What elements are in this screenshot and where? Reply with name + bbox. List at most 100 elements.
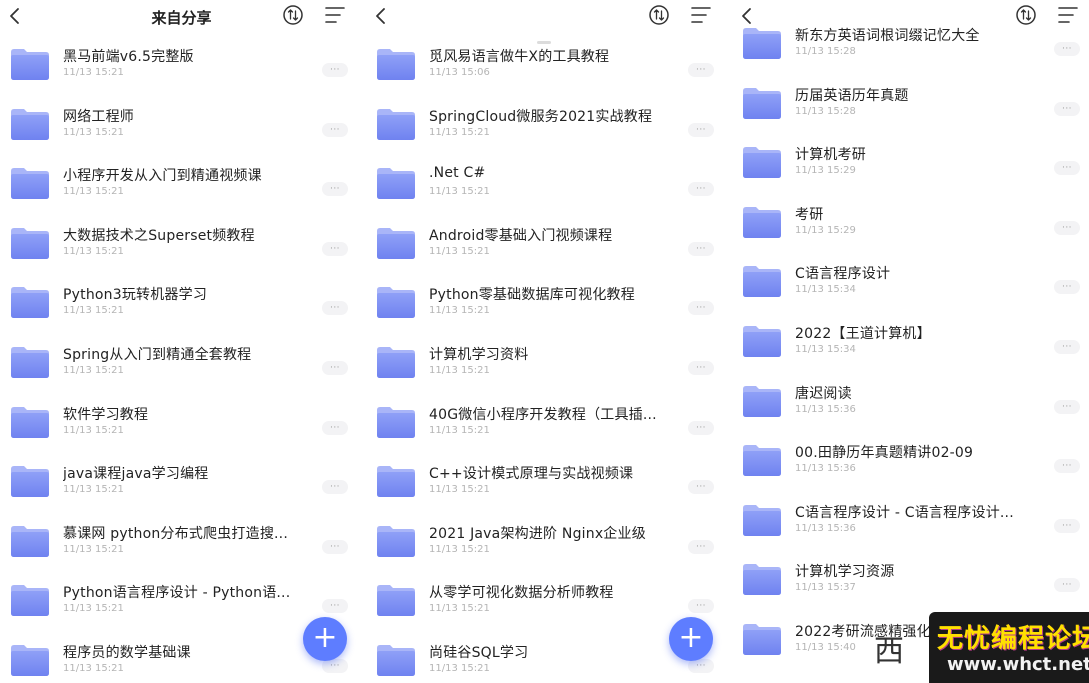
more-button[interactable]: ··· [322,420,348,435]
list-item[interactable]: 历届英语历年真题 11/13 15:28 ··· [732,72,1089,132]
folder-icon [743,147,781,179]
folder-date: 11/13 15:28 [795,46,856,57]
list-item[interactable]: 大数据技术之Superset频教程 11/13 15:21 ··· [0,212,363,272]
list-item[interactable]: Python零基础数据库可视化教程 11/13 15:21 ··· [366,271,729,331]
top-bar [366,0,729,34]
more-button[interactable]: ··· [322,539,348,554]
folder-date: 11/13 15:21 [63,603,124,615]
list-item[interactable]: Android零基础入门视频课程 11/13 15:21 ··· [366,212,729,272]
folder-date: 11/13 15:21 [429,424,490,436]
list-item[interactable]: java课程java学习编程 11/13 15:21 ··· [0,450,363,510]
folder-icon [743,326,781,357]
list-item[interactable]: 网络工程师 11/13 15:21 ··· [0,93,363,153]
folder-name: Android零基础入门视频课程 [429,227,613,244]
list-item[interactable]: C语言程序设计 11/13 15:34 ··· [732,250,1089,310]
sort-order-icon[interactable] [282,4,304,26]
list-item[interactable]: C++设计模式原理与实战视频课 11/13 15:21 ··· [366,450,729,510]
folder-icon [11,227,49,259]
folder-date: 11/13 15:21 [63,245,124,257]
folder-date: 11/13 15:36 [795,403,856,415]
more-button[interactable]: ··· [688,182,714,197]
more-button[interactable]: ··· [322,659,348,673]
list-item[interactable]: 新东方英语词根词缀记忆大全 11/13 15:28 ··· [732,12,1089,72]
list-item[interactable]: .Net C# 11/13 15:21 ··· [366,152,729,212]
folder-date: 11/13 15:29 [795,165,856,177]
more-button[interactable]: ··· [1054,280,1080,295]
more-button[interactable]: ··· [1054,578,1080,593]
folder-icon [11,406,49,438]
folder-date: 11/13 15:21 [63,484,124,496]
more-button[interactable]: ··· [322,122,348,137]
folder-icon [11,49,49,80]
more-button[interactable]: ··· [322,361,348,375]
add-button[interactable]: + [669,617,713,661]
more-button[interactable]: ··· [1054,101,1080,116]
list-item[interactable]: 黑马前端v6.5完整版 11/13 15:21 ··· [0,33,363,93]
folder-name: 40G微信小程序开发教程（工具插... [429,406,657,423]
more-button[interactable]: ··· [688,241,714,256]
list-item[interactable]: 00.田静历年真题精讲02-09 11/13 15:36 ··· [732,429,1089,489]
list-item[interactable]: 慕课网 python分布式爬虫打造搜... 11/13 15:21 ··· [0,510,363,570]
more-button[interactable]: ··· [688,480,714,495]
more-button[interactable]: ··· [322,241,348,256]
more-button[interactable]: ··· [1054,518,1080,533]
more-button[interactable]: ··· [1054,42,1080,56]
more-button[interactable]: ··· [688,63,714,77]
folder-icon [377,406,415,438]
file-list-panel-2: 觅风易语言做牛X的工具教程 11/13 15:06 ··· SpringCloud微服… [366,0,729,683]
list-item[interactable]: 计算机学习资源 11/13 15:37 ··· [732,548,1089,608]
folder-name: java课程java学习编程 [63,466,209,483]
list-item[interactable]: 2022【王道计算机】 11/13 15:34 ··· [732,310,1089,370]
list-item[interactable]: 小程序开发从入门到精通视频课 11/13 15:21 ··· [0,152,363,212]
folder-name: .Net C# [429,165,486,182]
more-button[interactable]: ··· [1054,340,1080,354]
menu-icon[interactable] [690,5,712,25]
more-button[interactable]: ··· [688,599,714,614]
folder-date: 11/13 15:21 [429,186,490,198]
more-button[interactable]: ··· [322,480,348,495]
list-item[interactable]: 40G微信小程序开发教程（工具插... 11/13 15:21 ··· [366,391,729,451]
folder-date: 11/13 15:21 [429,543,490,555]
more-button[interactable]: ··· [322,599,348,614]
folder-icon [743,206,781,238]
more-button[interactable]: ··· [1054,220,1080,235]
add-button[interactable]: + [303,617,347,661]
list-item[interactable]: Spring从入门到精通全套教程 11/13 15:21 ··· [0,331,363,391]
folder-icon [11,466,49,498]
more-button[interactable]: ··· [322,182,348,197]
chevron-left-icon[interactable] [370,4,392,28]
sort-order-icon[interactable] [648,4,670,26]
list-item[interactable]: 计算机考研 11/13 15:29 ··· [732,131,1089,191]
folder-name: 考研 [795,206,824,223]
list-item[interactable]: 考研 11/13 15:29 ··· [732,191,1089,251]
folder-icon [11,287,49,319]
more-button[interactable]: ··· [322,63,348,77]
more-button[interactable]: ··· [1054,161,1080,176]
folder-date: 11/13 15:21 [63,663,124,674]
folder-date: 11/13 15:21 [429,365,490,376]
list-item[interactable]: 唐迟阅读 11/13 15:36 ··· [732,370,1089,430]
more-button[interactable]: ··· [1054,399,1080,414]
list-item[interactable]: 软件学习教程 11/13 15:21 ··· [0,391,363,451]
list-item[interactable]: 计算机学习资料 11/13 15:21 ··· [366,331,729,391]
folder-name: Spring从入门到精通全套教程 [63,347,252,363]
folder-name: 黑马前端v6.5完整版 [63,49,194,65]
more-button[interactable]: ··· [322,301,348,316]
list-item[interactable]: 2021 Java架构进阶 Nginx企业级 11/13 15:21 ··· [366,510,729,570]
menu-icon[interactable] [324,5,346,25]
more-button[interactable]: ··· [688,420,714,435]
more-button[interactable]: ··· [688,539,714,554]
list-item[interactable]: C语言程序设计 - C语言程序设计... 11/13 15:36 ··· [732,489,1089,549]
more-button[interactable]: ··· [688,122,714,137]
list-item[interactable]: Python3玩转机器学习 11/13 15:21 ··· [0,271,363,331]
folder-name: 大数据技术之Superset频教程 [63,227,255,244]
list-item[interactable]: SpringCloud微服务2021实战教程 11/13 15:21 ··· [366,93,729,153]
more-button[interactable]: ··· [688,361,714,375]
more-button[interactable]: ··· [688,301,714,316]
folder-icon [377,585,415,617]
folder-date: 11/13 15:34 [795,284,856,296]
more-button[interactable]: ··· [688,659,714,673]
folder-icon [11,347,49,378]
folder-icon [743,28,781,59]
more-button[interactable]: ··· [1054,459,1080,474]
